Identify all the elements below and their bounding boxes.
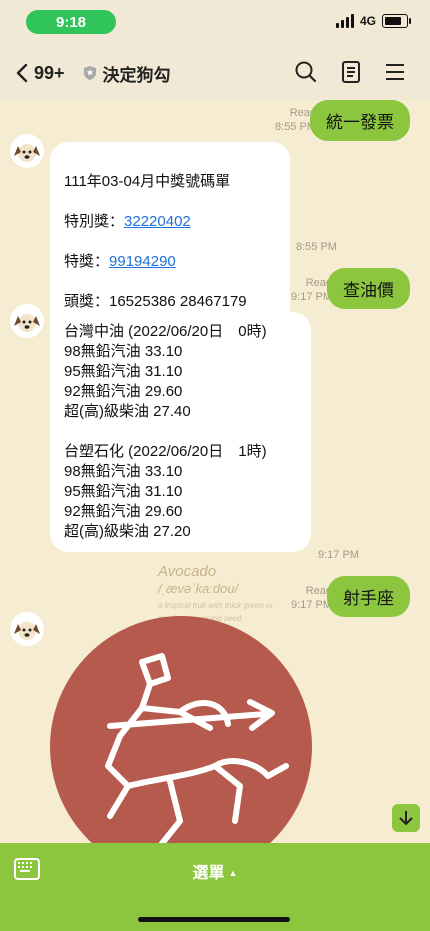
grand-prize-link[interactable]: 99194290: [109, 253, 176, 270]
status-bar: 9:18 4G: [0, 0, 430, 46]
sagittarius-sticker[interactable]: [50, 616, 312, 843]
incoming-message[interactable]: 台灣中油 (2022/06/20日 0時) 98無鉛汽油 33.10 95無鉛汽…: [50, 312, 311, 552]
unread-count: 99+: [34, 62, 65, 83]
decor-phonetic: /ˌævəˈkaːdou/: [158, 581, 239, 596]
read-receipt: Read: [305, 585, 332, 597]
notes-icon[interactable]: [340, 60, 362, 84]
message-time: 8:55 PM: [296, 241, 337, 253]
menu-icon[interactable]: [384, 60, 406, 84]
caret-up-icon: ▲: [228, 868, 238, 878]
menu-label: 選單: [192, 865, 225, 882]
chat-title: 決定狗勾: [102, 65, 171, 85]
search-icon[interactable]: [294, 60, 318, 84]
outgoing-message[interactable]: 查油價: [327, 268, 410, 309]
home-indicator: [138, 917, 290, 922]
message-time: 9:17 PM: [291, 291, 332, 303]
dog-avatar-icon: [14, 314, 40, 332]
shield-icon: [83, 66, 96, 80]
status-indicators: 4G: [335, 14, 411, 28]
dog-avatar-icon: [14, 144, 40, 162]
avatar[interactable]: [10, 304, 44, 338]
sagittarius-icon: [105, 653, 289, 843]
network-type: 4G: [359, 14, 376, 28]
dog-avatar-icon: [14, 622, 40, 640]
decor-word: Avocado: [158, 563, 217, 580]
scroll-to-bottom-button[interactable]: [392, 804, 420, 832]
message-meta: Read 9:17 PM: [291, 276, 332, 304]
lottery-title: 111年03-04月中獎號碼單: [64, 173, 231, 190]
chat-header: 99+ 決定狗勾: [0, 46, 430, 100]
battery-icon: [382, 14, 411, 28]
signal-icon: [335, 14, 354, 28]
special-prize-label: 特別獎：: [64, 213, 125, 230]
grand-prize-line: 特獎：99194290: [64, 252, 276, 272]
message-meta: Read 9:17 PM: [291, 584, 332, 612]
arrow-down-icon: [399, 811, 413, 826]
back-button[interactable]: 99+: [16, 63, 65, 84]
header-actions: [294, 60, 406, 84]
special-prize-line: 特別獎：32220402: [64, 212, 276, 232]
message-time: 9:17 PM: [291, 599, 332, 611]
message-time: 9:17 PM: [318, 549, 359, 561]
avatar[interactable]: [10, 134, 44, 168]
bottom-menu-bar: 選單 ▲: [0, 843, 430, 931]
special-prize-link[interactable]: 32220402: [124, 213, 191, 230]
menu-toggle[interactable]: 選單 ▲: [0, 859, 430, 883]
avatar[interactable]: [10, 612, 44, 646]
read-receipt: Read: [305, 277, 332, 289]
chevron-left-icon: [16, 63, 28, 83]
chat-area[interactable]: Read 8:55 PM 統一發票 111年03-04月中獎號碼單 特別獎：32…: [0, 100, 430, 843]
outgoing-message[interactable]: 統一發票: [310, 100, 410, 141]
status-time: 9:18: [26, 10, 116, 34]
outgoing-message[interactable]: 射手座: [327, 576, 410, 617]
grand-prize-label: 特獎：: [64, 253, 110, 270]
